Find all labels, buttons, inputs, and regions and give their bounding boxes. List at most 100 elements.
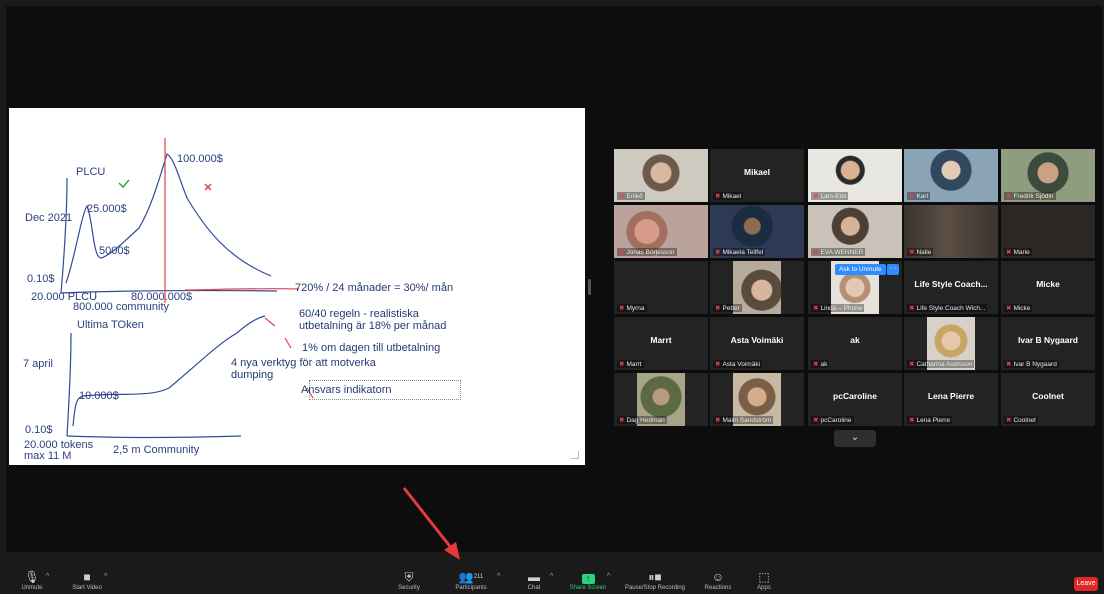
wb-label-tokens: 20.000 tokens max 11 M [24, 440, 93, 462]
participant-tile[interactable]: ✖Petter [710, 261, 804, 314]
participant-tile[interactable]: ak✖ak [808, 317, 902, 370]
participant-name-label: ✖Petter [713, 304, 742, 312]
start-video-label: Start Video [64, 584, 110, 592]
wb-label-calc: 720% / 24 månader = 30%/ mån [295, 282, 453, 294]
participant-name-label: ✖Nalle [907, 248, 933, 256]
participant-name-label: ✖Mikael [713, 192, 743, 200]
participant-tile[interactable]: ✖Lars-Eric [808, 149, 902, 202]
wb-label-010-bottom: 0.10$ [25, 424, 53, 436]
participant-tile[interactable]: ✖Enikő [614, 149, 708, 202]
participant-display-name: Mikael [710, 167, 804, 177]
participants-button[interactable]: 👥211 Participants [450, 570, 492, 594]
participant-tile[interactable]: ✖Malin Sandström [710, 373, 804, 426]
participant-name: Mikael [722, 193, 741, 200]
muted-mic-icon: ✖ [619, 361, 624, 368]
participant-name: Ivar B Nygaard [1013, 361, 1056, 368]
wb-label-april: 7 april [23, 358, 53, 370]
participant-name: Marrt [626, 361, 641, 368]
apps-label: Apps [752, 584, 776, 592]
muted-mic-icon: ✖ [1006, 249, 1011, 256]
participant-name: Karl [916, 193, 928, 200]
resize-icon[interactable] [571, 451, 579, 459]
participant-name: Catharina Axelsson [916, 361, 972, 368]
shield-icon: ⛨ [394, 570, 424, 584]
share-screen-button[interactable]: ↑ Share Screen [566, 570, 610, 594]
wb-label-ultima: Ultima TOken [77, 319, 144, 331]
participant-tile[interactable]: ✖EVA WENNER [808, 205, 902, 258]
participant-name-label: ✖Lena Pierre [907, 416, 952, 424]
chat-caret-icon[interactable]: ^ [550, 573, 553, 580]
participant-tile[interactable]: Ivar B Nygaard✖Ivar B Nygaard [1001, 317, 1095, 370]
participant-tile[interactable]: Marrt✖Marrt [614, 317, 708, 370]
chat-label: Chat [522, 584, 546, 592]
participant-tile[interactable]: Asta Voimäki✖Asta Voimäki [710, 317, 804, 370]
participant-tile[interactable]: ✖Nalle [904, 205, 998, 258]
ask-to-unmute-button[interactable]: Ask to Unmute [835, 264, 886, 275]
participants-caret-icon[interactable]: ^ [497, 573, 500, 580]
participant-name: Linda – Phone [820, 305, 862, 312]
participant-name-label: ✖Asta Voimäki [713, 360, 762, 368]
pause-stop-icon: ⏸■ [620, 570, 690, 584]
wb-label-25000: 25.000$ [87, 203, 127, 215]
muted-mic-icon: ✖ [715, 417, 720, 424]
muted-mic-icon: ✖ [715, 249, 720, 256]
participant-tile[interactable]: ✖Fredrik Sjödin [1001, 149, 1095, 202]
participant-tile[interactable]: pcCaroline✖pcCaroline [808, 373, 902, 426]
gallery-next-page-button[interactable]: ⌄ [834, 430, 876, 447]
apps-button[interactable]: ⬚ Apps [752, 570, 776, 594]
participant-tile[interactable]: ✖Karl [904, 149, 998, 202]
participant-name-label: ✖Karl [907, 192, 930, 200]
unmute-button[interactable]: 🎙 Unmute [14, 570, 50, 594]
participants-count: 211 [474, 574, 484, 580]
muted-mic-icon: 🎙 [14, 570, 50, 584]
participant-tile[interactable]: ✖Dag Hedman [614, 373, 708, 426]
leave-button[interactable]: Leave [1074, 577, 1098, 591]
pause-stop-recording-button[interactable]: ⏸■ Pause/Stop Recording [620, 570, 690, 594]
participant-name: Mikaela Tellfel [722, 249, 763, 256]
participant-tile[interactable]: Micke✖Micke [1001, 261, 1095, 314]
muted-mic-icon: ✖ [1006, 305, 1011, 312]
participant-tile[interactable]: ✖Mikaela Tellfel [710, 205, 804, 258]
wb-label-dec2021: Dec 2021 [25, 212, 72, 224]
participant-name: Enikő [626, 193, 642, 200]
muted-mic-icon: ✖ [909, 193, 914, 200]
participant-name-label: ✖Catharina Axelsson [907, 360, 974, 368]
participant-name: EVA WENNER [820, 249, 863, 256]
share-screen-icon: ↑ [582, 574, 595, 584]
participant-tile[interactable]: Lena Pierre ✖Lena Pierre [904, 373, 998, 426]
muted-mic-icon: ✖ [1006, 193, 1011, 200]
participant-name-label: ✖Life Style Coach Wich... [907, 304, 987, 312]
participant-name-label: ✖Jonas Börjesson [617, 248, 677, 256]
share-caret-icon[interactable]: ^ [607, 573, 610, 580]
audio-options-caret-icon[interactable]: ^ [46, 573, 49, 580]
participant-display-name: Lena Pierre [904, 391, 998, 401]
participant-tile[interactable]: ✖Jonas Börjesson [614, 205, 708, 258]
reactions-button[interactable]: ☺ Reactions [700, 570, 736, 594]
chat-button[interactable]: ▬ Chat [522, 570, 546, 594]
security-label: Security [394, 584, 424, 592]
participant-name-label: ✖Micke [1004, 304, 1032, 312]
participant-tile[interactable]: ✖Catharina Axelsson [904, 317, 998, 370]
participant-display-name: Ivar B Nygaard [1001, 335, 1095, 345]
wb-label-5000: 5000$ [99, 245, 130, 257]
muted-mic-icon: ✖ [813, 305, 818, 312]
split-divider-handle[interactable] [588, 279, 591, 295]
participant-tile[interactable]: Mikael✖Mikael [710, 149, 804, 202]
wb-label-percent: 1% om dagen till utbetalning [302, 342, 440, 354]
video-options-caret-icon[interactable]: ^ [104, 573, 107, 580]
security-button[interactable]: ⛨ Security [394, 570, 424, 594]
wb-label-rule: 60/40 regeln - realistiska utbetalning ä… [299, 308, 446, 332]
muted-mic-icon: ✖ [813, 193, 818, 200]
muted-mic-icon: ✖ [813, 361, 818, 368]
participant-name: Dag Hedman [626, 417, 664, 424]
more-options-button[interactable]: ··· [887, 264, 899, 275]
muted-mic-icon: ✖ [909, 361, 914, 368]
participant-tile[interactable]: Coolnet✖Coolnet [1001, 373, 1095, 426]
participant-tile[interactable]: ✖Marie [1001, 205, 1095, 258]
participant-tile[interactable]: Life Style Coach...✖Life Style Coach Wic… [904, 261, 998, 314]
shared-whiteboard[interactable]: PLCU Dec 2021 25.000$ 5000$ 0.10$ 100.00… [9, 108, 585, 465]
participant-tile[interactable]: ✖Myrna [614, 261, 708, 314]
participant-name-label: ✖Mikaela Tellfel [713, 248, 765, 256]
participant-name-label: ✖Fredrik Sjödin [1004, 192, 1056, 200]
participant-display-name: Marrt [614, 335, 708, 345]
